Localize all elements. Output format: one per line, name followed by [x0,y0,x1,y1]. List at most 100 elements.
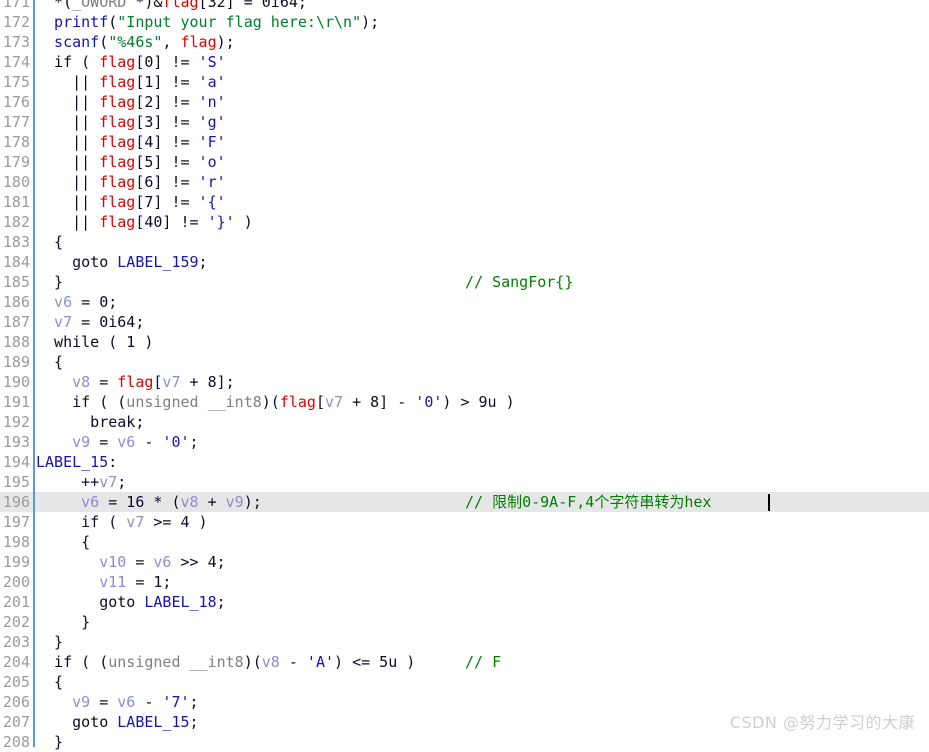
code-text: v11 = 1; [99,573,172,591]
code-line[interactable]: 172 printf("Input your flag here:\r\n"); [0,12,929,32]
line-number: 175 [2,73,30,91]
line-number: 171 [2,0,30,11]
code-line[interactable]: 173 scanf("%46s", flag); [0,32,929,52]
line-number: 190 [2,373,30,391]
code-line[interactable]: 190 v8 = flag[v7 + 8]; [0,372,929,392]
code-text: || flag[7] != '{' [72,193,226,211]
code-line[interactable]: 184 goto LABEL_159; [0,252,929,272]
gutter-separator-rule [33,0,35,747]
code-line[interactable]: 178 || flag[4] != 'F' [0,132,929,152]
code-text: while ( 1 ) [54,333,154,351]
code-text: { [54,673,64,691]
code-line[interactable]: 180 || flag[6] != 'r' [0,172,929,192]
code-text: v9 = v6 - '0'; [72,433,199,451]
code-line[interactable]: 175 || flag[1] != 'a' [0,72,929,92]
line-number: 188 [2,333,30,351]
line-number: 183 [2,233,30,251]
code-text: if ( flag[0] != 'S' [54,53,226,71]
code-line[interactable]: 198 { [0,532,929,552]
code-line[interactable]: 185} // SangFor{} [0,272,929,292]
line-number: 187 [2,313,30,331]
code-line[interactable]: 196 v6 = 16 * (v8 + v9); // 限制0-9A-F,4个字符串… [0,492,929,512]
code-text: v6 = 0; [54,293,118,311]
line-number: 189 [2,353,30,371]
code-line[interactable]: 191 if ( (unsigned __int8)(flag[v7 + 8] -… [0,392,929,412]
code-text: break; [90,413,145,431]
line-number: 172 [2,13,30,31]
code-text: } [81,613,91,631]
code-line[interactable]: 181 || flag[7] != '{' [0,192,929,212]
line-number: 184 [2,253,30,271]
line-number: 185 [2,273,30,291]
code-text: || flag[2] != 'n' [72,93,226,111]
code-text: } [54,633,64,651]
code-line[interactable]: 183 { [0,232,929,252]
code-line[interactable]: 188 while ( 1 ) [0,332,929,352]
line-number: 193 [2,433,30,451]
code-line[interactable]: 171 *(_OWORD *)&flag[32] = 0i64; [0,0,929,12]
line-number: 181 [2,193,30,211]
code-line[interactable]: 204 if ( (unsigned __int8)(v8 - 'A') <= 5… [0,652,929,672]
code-line[interactable]: 197 if ( v7 >= 4 ) [0,512,929,532]
code-text: } [54,273,64,291]
code-line[interactable]: 201 goto LABEL_18; [0,592,929,612]
code-text: v8 = flag[v7 + 8]; [72,373,235,391]
line-number: 176 [2,93,30,111]
code-text: || flag[40] != '}' ) [72,213,253,231]
code-text: || flag[1] != 'a' [72,73,226,91]
code-line[interactable]: 187 v7 = 0i64; [0,312,929,332]
code-line[interactable]: 194 LABEL_15: [0,452,929,472]
code-line[interactable]: 202} [0,612,929,632]
code-line[interactable]: 205 { [0,672,929,692]
line-number: 199 [2,553,30,571]
code-line[interactable]: 193 v9 = v6 - '0'; [0,432,929,452]
code-line[interactable]: 179 || flag[5] != 'o' [0,152,929,172]
code-line[interactable]: 200 v11 = 1; [0,572,929,592]
line-number: 192 [2,413,30,431]
code-text: { [81,533,91,551]
code-text: } [54,733,64,751]
line-number: 197 [2,513,30,531]
line-number: 204 [2,653,30,671]
code-text: v7 = 0i64; [54,313,145,331]
line-number: 196 [2,493,30,511]
line-number: 203 [2,633,30,651]
line-number: 179 [2,153,30,171]
code-line[interactable]: 208} [0,732,929,752]
code-text: if ( (unsigned __int8)(flag[v7 + 8] - '0… [72,393,515,411]
code-text: goto LABEL_15; [72,713,199,731]
line-number: 200 [2,573,30,591]
line-number: 182 [2,213,30,231]
code-line[interactable]: 189 { [0,352,929,372]
line-number: 191 [2,393,30,411]
line-number: 177 [2,113,30,131]
code-line[interactable]: 186 v6 = 0; [0,292,929,312]
line-number: 198 [2,533,30,551]
code-line[interactable]: 177 || flag[3] != 'g' [0,112,929,132]
code-text: || flag[4] != 'F' [72,133,226,151]
code-line[interactable]: 176 || flag[2] != 'n' [0,92,929,112]
code-text: v10 = v6 >> 4; [99,553,226,571]
code-line[interactable]: 199 v10 = v6 >> 4; [0,552,929,572]
code-text: goto LABEL_18; [99,593,226,611]
code-line[interactable]: 182 || flag[40] != '}' ) [0,212,929,232]
line-number: 208 [2,733,30,751]
code-text: scanf("%46s", flag); [54,33,235,51]
pseudocode-editor[interactable]: 171 *(_OWORD *)&flag[32] = 0i64; 172 printf… [0,0,929,751]
line-number: 207 [2,713,30,731]
line-number: 201 [2,593,30,611]
code-text: if ( (unsigned __int8)(v8 - 'A') <= 5u ) [54,653,416,671]
code-comment: // SangFor{} [465,273,574,291]
code-line-list: 171 *(_OWORD *)&flag[32] = 0i64; 172 printf… [0,0,929,752]
code-text: || flag[6] != 'r' [72,173,226,191]
code-text: *(_OWORD *)&flag[32] = 0i64; [54,0,307,11]
code-line[interactable]: 174 if ( flag[0] != 'S' [0,52,929,72]
code-line[interactable]: 192 break; [0,412,929,432]
code-line[interactable]: 195 ++v7; [0,472,929,492]
line-number: 206 [2,693,30,711]
line-number: 180 [2,173,30,191]
code-line[interactable]: 203} [0,632,929,652]
line-number: 173 [2,33,30,51]
line-number: 195 [2,473,30,491]
line-number: 202 [2,613,30,631]
